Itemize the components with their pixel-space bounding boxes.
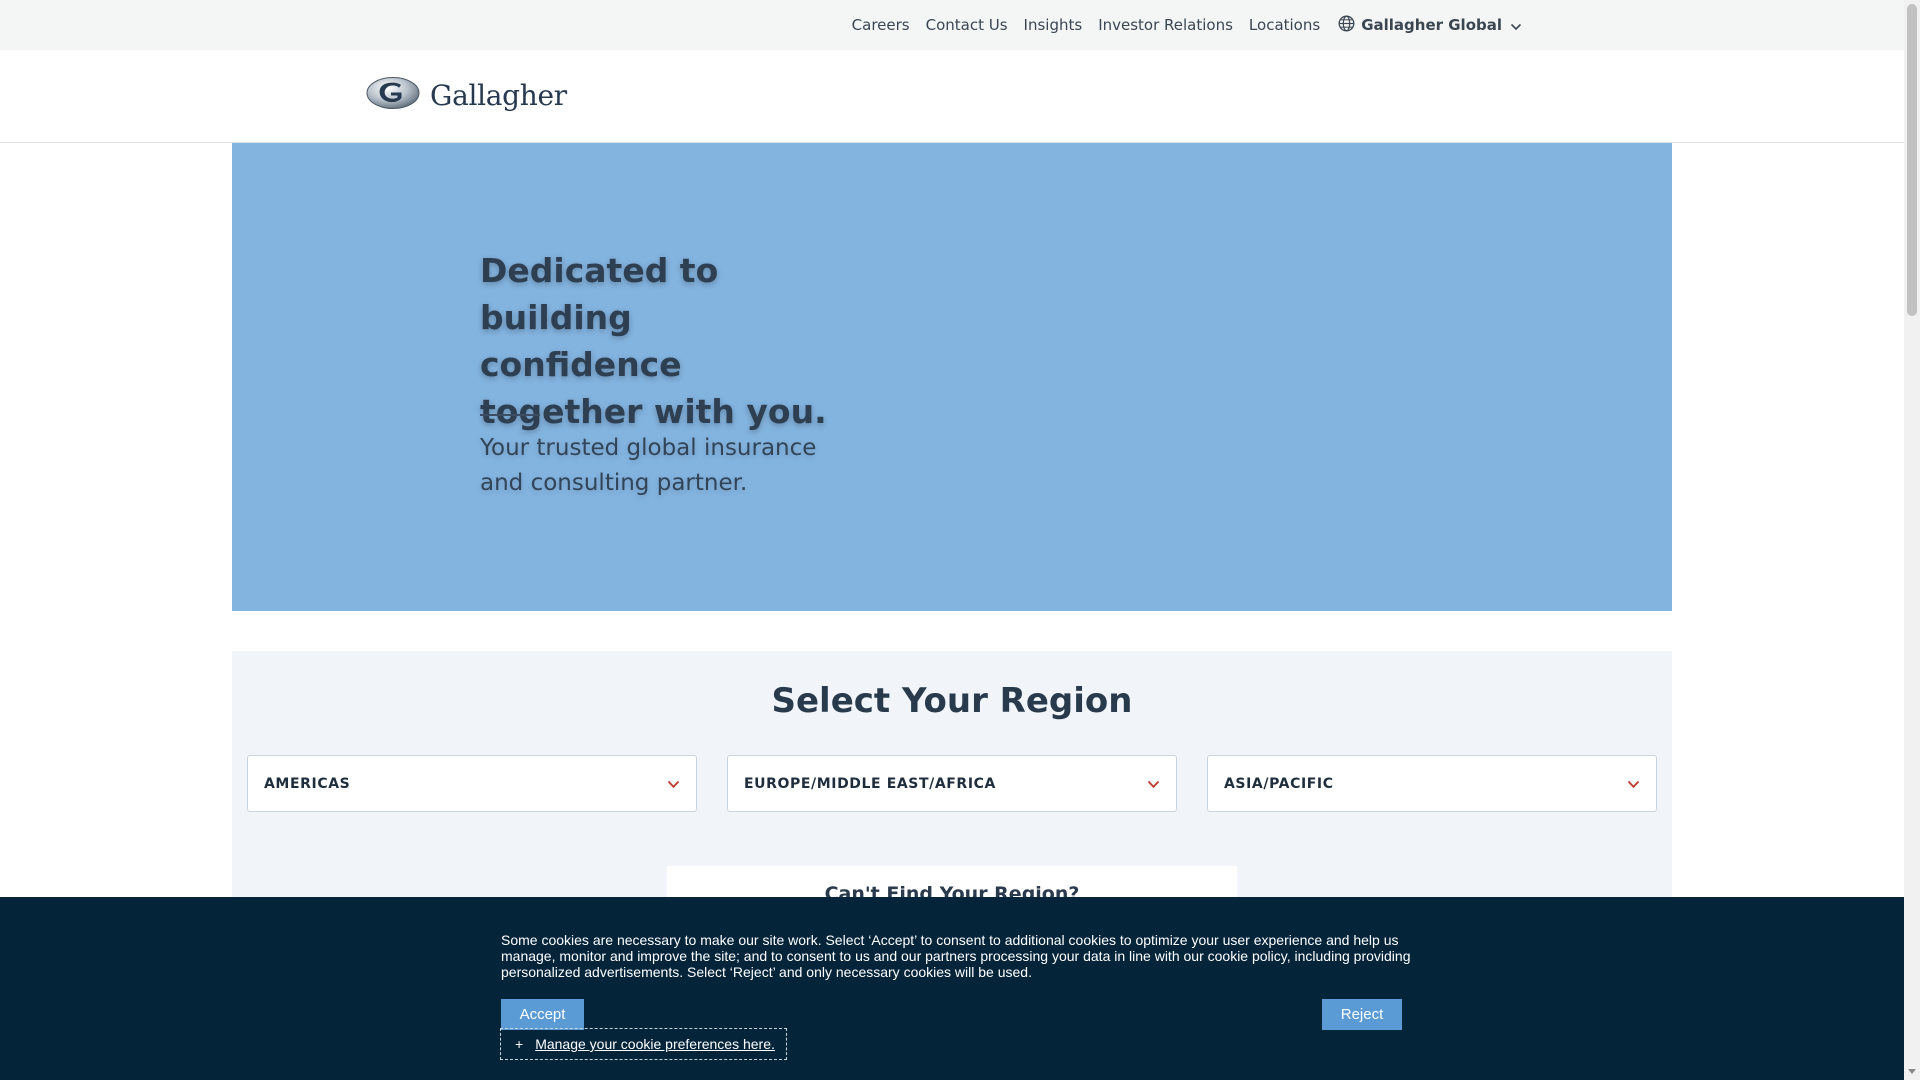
hero-title: Dedicated to building confidence togethe… [480,251,827,431]
asia-pacific-dropdown-label: ASIA/PACIFIC [1224,775,1334,792]
page: Careers Contact Us Insights Investor Rel… [0,0,1920,1080]
chevron-down-icon [1627,774,1640,793]
scroll-down-arrow-icon[interactable] [1908,1069,1916,1074]
site-header: Gallagher [0,50,1904,143]
cookie-consent-text: Some cookies are necessary to make our s… [501,932,1411,980]
hero-divider [480,414,540,416]
chevron-down-icon [1147,774,1160,793]
hero-banner: Dedicated to building confidence togethe… [232,143,1672,611]
reject-cookies-button[interactable]: Reject [1322,999,1402,1030]
global-selector-label: Gallagher Global [1361,16,1502,34]
manage-cookie-preferences-link[interactable]: + Manage your cookie preferences here. [500,1028,787,1060]
hero-subtitle: Your trusted global insurance and consul… [480,435,817,496]
chevron-down-icon [667,774,680,793]
asia-pacific-dropdown[interactable]: ASIA/PACIFIC [1207,755,1657,812]
logo-wordmark: Gallagher [430,78,567,112]
contact-us-link[interactable]: Contact Us [926,16,1008,34]
emea-dropdown[interactable]: EUROPE/MIDDLE EAST/AFRICA [727,755,1177,812]
gallagher-logo[interactable]: Gallagher [366,76,567,114]
page-scrollbar[interactable] [1904,0,1920,1080]
accept-cookies-button[interactable]: Accept [501,999,584,1030]
plus-icon: + [515,1036,524,1052]
chevron-down-icon [1510,16,1522,35]
americas-dropdown[interactable]: AMERICAS [247,755,697,812]
insights-link[interactable]: Insights [1024,16,1083,34]
region-heading-strong: Your Region [902,681,1133,721]
region-heading-prefix: Select [771,681,891,721]
locations-link[interactable]: Locations [1249,16,1320,34]
careers-link[interactable]: Careers [852,16,910,34]
cookie-banner: Some cookies are necessary to make our s… [0,897,1904,1080]
gallagher-global-selector[interactable]: Gallagher Global [1338,15,1522,36]
utility-bar: Careers Contact Us Insights Investor Rel… [0,0,1904,50]
region-heading: Select Your Region [232,681,1672,721]
globe-icon [1338,15,1355,36]
investor-relations-link[interactable]: Investor Relations [1098,16,1233,34]
scrollbar-thumb[interactable] [1907,4,1917,316]
utility-nav: Careers Contact Us Insights Investor Rel… [836,0,1522,50]
gallagher-g-logo-icon [366,76,420,114]
emea-dropdown-label: EUROPE/MIDDLE EAST/AFRICA [744,775,996,792]
manage-cookie-preferences-label: Manage your cookie preferences here. [535,1036,775,1052]
americas-dropdown-label: AMERICAS [264,775,351,792]
